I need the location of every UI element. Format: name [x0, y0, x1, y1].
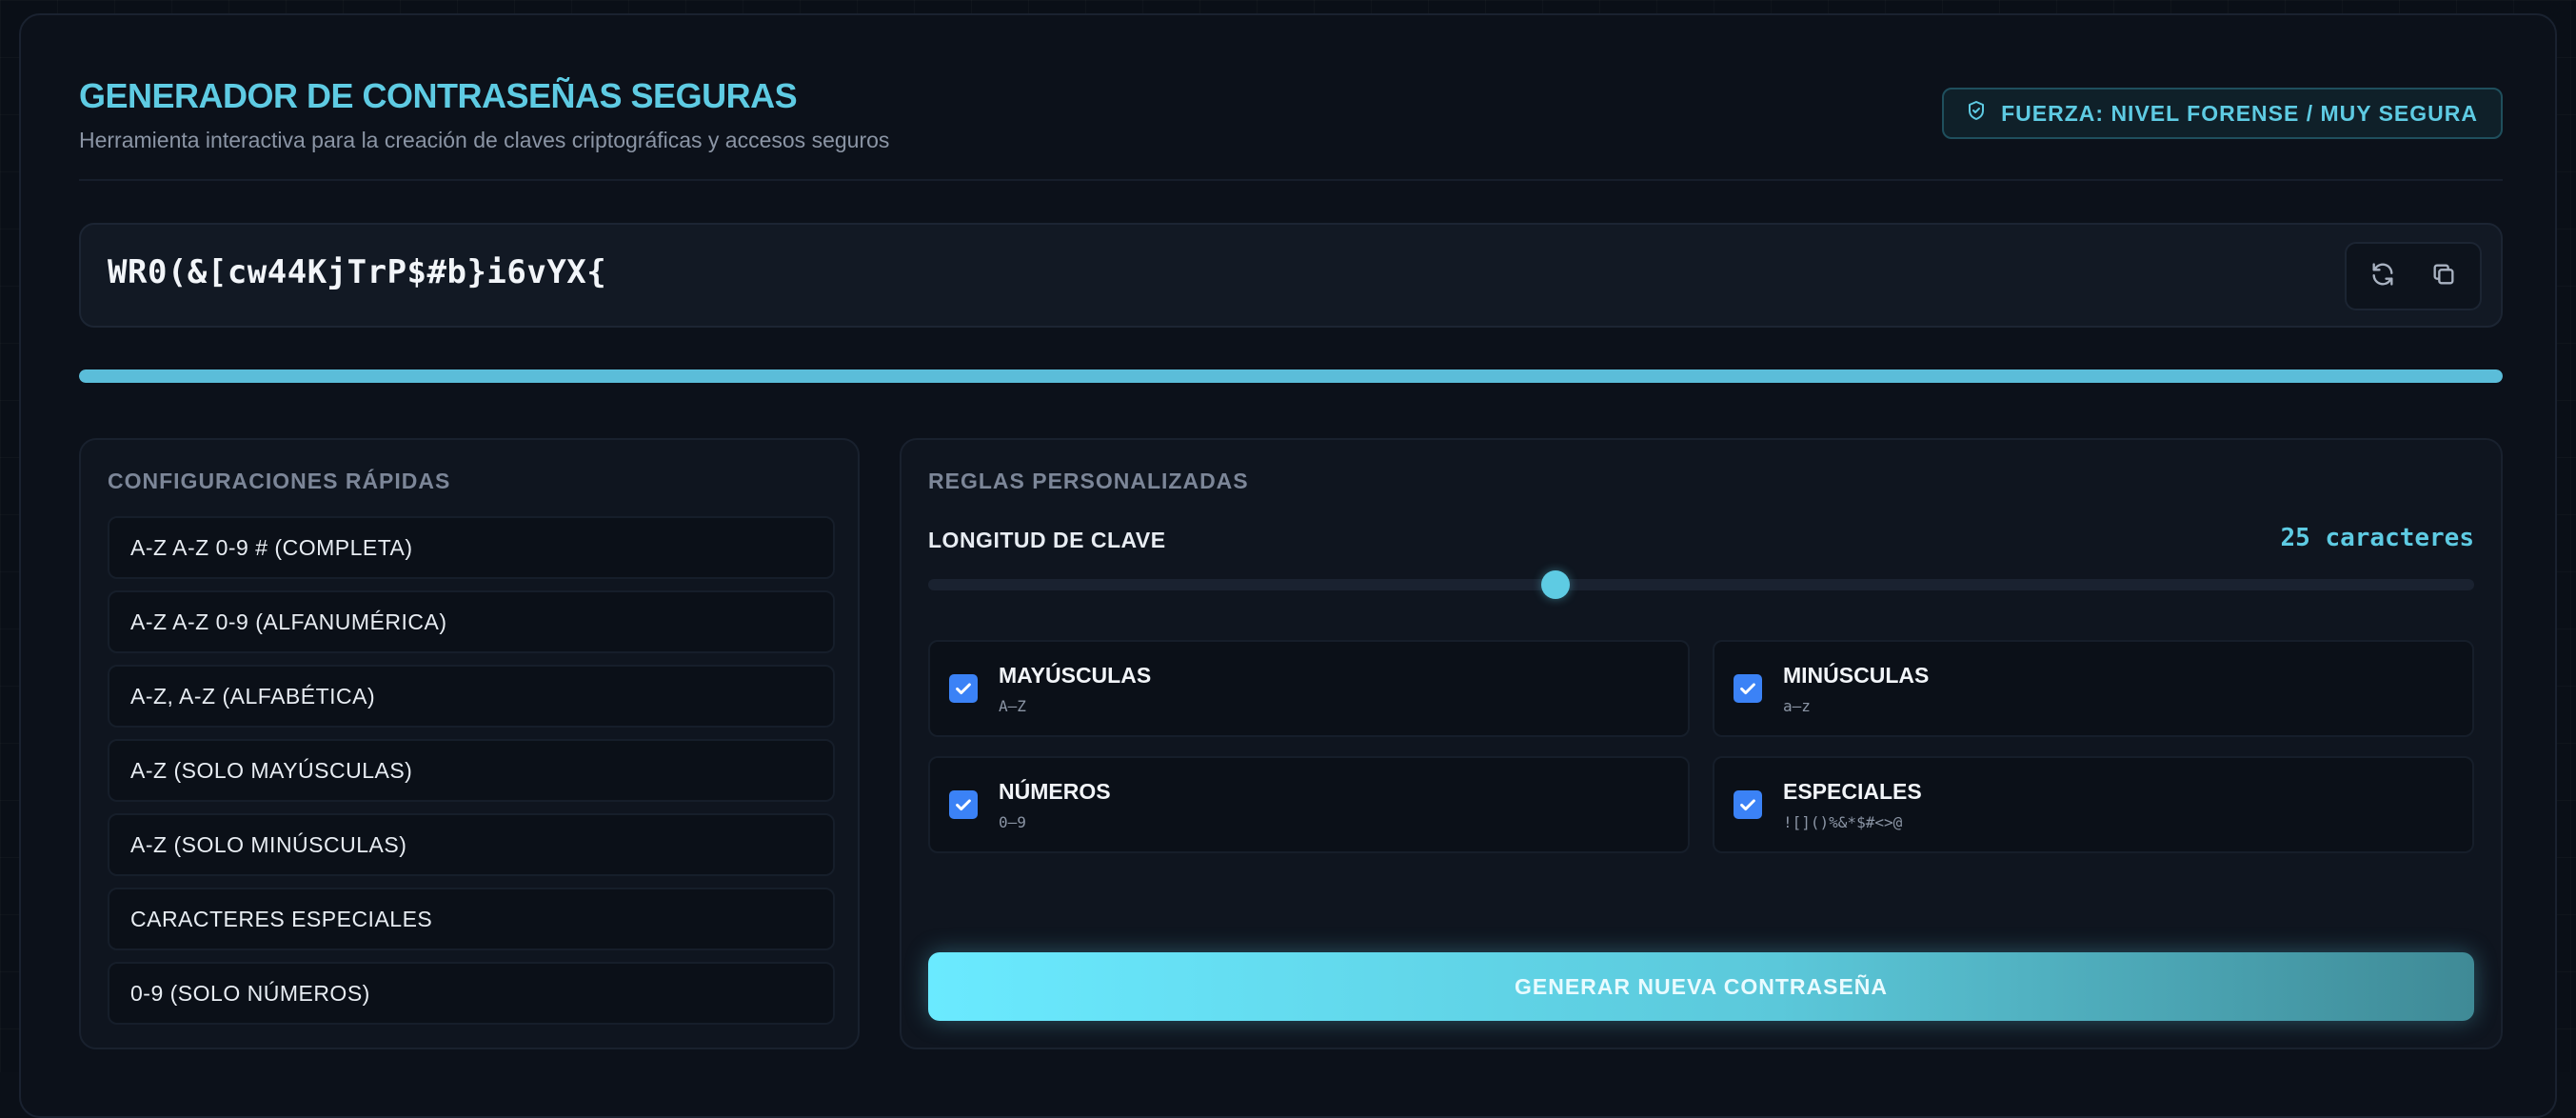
rule-name: MAYÚSCULAS — [999, 663, 1152, 688]
rule-special[interactable]: ESPECIALES ![]()%&*$#<>@ — [1713, 756, 2474, 853]
page-title: GENERADOR DE CONTRASEÑAS SEGURAS — [79, 76, 798, 115]
custom-rules-title: REGLAS PERSONALIZADAS — [928, 469, 1249, 493]
rule-sample: ![]()%&*$#<>@ — [1783, 813, 1903, 831]
header: GENERADOR DE CONTRASEÑAS SEGURAS Herrami… — [79, 76, 2503, 181]
length-slider-thumb[interactable] — [1541, 570, 1571, 599]
lowercase-checkbox[interactable] — [1734, 674, 1762, 703]
regenerate-button[interactable] — [2359, 252, 2407, 300]
length-slider[interactable] — [928, 570, 2474, 599]
generator-card: GENERADOR DE CONTRASEÑAS SEGURAS Herrami… — [19, 13, 2557, 1118]
quick-config-title: CONFIGURACIONES RÁPIDAS — [108, 469, 451, 493]
rule-uppercase[interactable]: MAYÚSCULAS A–Z — [928, 640, 1690, 737]
strength-meter — [79, 369, 2503, 383]
checkmark-icon — [1740, 799, 1755, 811]
rule-sample: 0–9 — [999, 813, 1026, 831]
numbers-checkbox[interactable] — [949, 790, 978, 819]
preset-lowercase-only[interactable]: A-Z (SOLO MINÚSCULAS) — [108, 813, 835, 876]
rule-numbers[interactable]: NÚMEROS 0–9 — [928, 756, 1690, 853]
special-checkbox[interactable] — [1734, 790, 1762, 819]
checkmark-icon — [1740, 683, 1755, 695]
custom-rules-panel: REGLAS PERSONALIZADAS LONGITUD DE CLAVE … — [900, 438, 2503, 1049]
strength-badge-label: FUERZA: NIVEL FORENSE / MUY SEGURA — [2001, 100, 2478, 126]
length-value: 25 caracteres — [2280, 524, 2475, 552]
preset-special-chars[interactable]: CARACTERES ESPECIALES — [108, 888, 835, 950]
rule-name: MINÚSCULAS — [1783, 663, 1930, 688]
preset-alphanumeric[interactable]: A-Z A-Z 0-9 (ALFANUMÉRICA) — [108, 590, 835, 653]
checkmark-icon — [956, 683, 971, 695]
uppercase-checkbox[interactable] — [949, 674, 978, 703]
password-display: WR0(&[cw44KjTrP$#b}i6vYX{ — [79, 223, 2503, 328]
rule-lowercase[interactable]: MINÚSCULAS a–z — [1713, 640, 2474, 737]
strength-meter-fill — [79, 369, 2503, 383]
password-actions — [2345, 242, 2482, 310]
length-label: LONGITUD DE CLAVE — [928, 528, 1166, 552]
preset-list: A-Z A-Z 0-9 # (COMPLETA) A-Z A-Z 0-9 (AL… — [108, 516, 835, 1036]
preset-uppercase-only[interactable]: A-Z (SOLO MAYÚSCULAS) — [108, 739, 835, 802]
rule-name: NÚMEROS — [999, 779, 1111, 804]
page-subtitle: Herramienta interactiva para la creación… — [79, 128, 890, 152]
copy-icon — [2430, 261, 2457, 292]
rule-sample: a–z — [1783, 697, 1811, 715]
preset-numbers-only[interactable]: 0-9 (SOLO NÚMEROS) — [108, 962, 835, 1025]
checkmark-icon — [956, 799, 971, 811]
copy-button[interactable] — [2420, 252, 2467, 300]
shield-check-icon — [1965, 99, 1988, 128]
generate-button[interactable]: GENERAR NUEVA CONTRASEÑA — [928, 952, 2474, 1021]
quick-config-panel: CONFIGURACIONES RÁPIDAS A-Z A-Z 0-9 # (C… — [79, 438, 860, 1049]
preset-complete[interactable]: A-Z A-Z 0-9 # (COMPLETA) — [108, 516, 835, 579]
preset-alphabetic[interactable]: A-Z, A-Z (ALFABÉTICA) — [108, 665, 835, 728]
refresh-icon — [2369, 261, 2396, 292]
password-value[interactable]: WR0(&[cw44KjTrP$#b}i6vYX{ — [108, 253, 606, 291]
strength-badge: FUERZA: NIVEL FORENSE / MUY SEGURA — [1942, 88, 2503, 139]
rule-sample: A–Z — [999, 697, 1026, 715]
rule-name: ESPECIALES — [1783, 779, 1922, 804]
